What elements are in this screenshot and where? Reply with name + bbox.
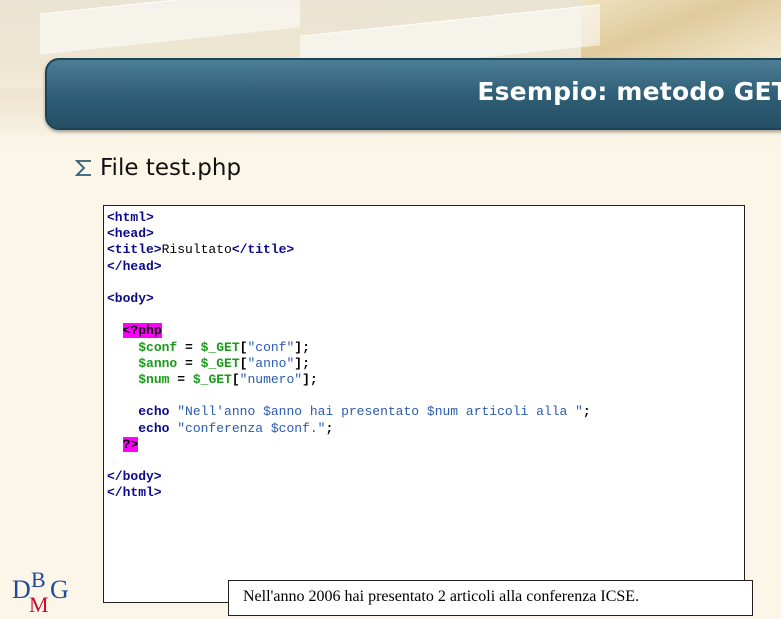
dbmg-logo: D B M G (12, 567, 69, 615)
code-text-node: Risultato (161, 242, 232, 258)
code-string: "Nell'anno $anno hai presentato $num art… (177, 404, 583, 420)
php-open-tag: <?php (122, 323, 162, 339)
code-string: "anno" (247, 355, 295, 371)
code-variable: $_GET (200, 355, 240, 371)
bullet-text: File test.php (100, 155, 242, 181)
code-tag: </title> (231, 242, 295, 258)
code-variable: $anno (138, 355, 178, 371)
code-line: <body> (107, 291, 154, 307)
code-line: </body> (107, 469, 162, 485)
code-string: "conferenza $conf." (177, 420, 326, 436)
code-variable: $_GET (200, 339, 240, 355)
bullet-item: File test.php (72, 155, 241, 181)
code-string: "numero" (239, 372, 303, 388)
logo-letter-m: M (29, 592, 49, 615)
slide-title: Esempio: metodo GET (477, 77, 781, 106)
code-listing: <html> <head> <title>Risultato</title> <… (103, 205, 745, 603)
php-close-tag: ?> (122, 436, 139, 452)
code-string: "conf" (247, 339, 295, 355)
logo-letter-d: D (12, 575, 31, 604)
code-line: <head> (107, 226, 154, 242)
output-text: Nell'anno 2006 hai presentato 2 articoli… (243, 588, 640, 605)
code-variable: $num (138, 372, 170, 388)
code-variable: $_GET (192, 372, 232, 388)
logo-letter-g: G (50, 575, 69, 604)
code-line: </head> (107, 258, 162, 274)
output-box: Nell'anno 2006 hai presentato 2 articoli… (228, 580, 753, 616)
code-line: </html> (107, 485, 162, 501)
logo-letter-b: B (31, 567, 46, 592)
code-variable: $conf (138, 339, 178, 355)
code-keyword: echo (138, 420, 170, 436)
sigma-bullet-icon (74, 160, 91, 176)
code-keyword: echo (138, 404, 170, 420)
code-tag: <title> (107, 242, 162, 258)
code-line: <html> (107, 210, 154, 225)
title-bar: Esempio: metodo GET (45, 58, 781, 130)
code-text: <html> <head> <title>Risultato</title> <… (107, 210, 591, 501)
